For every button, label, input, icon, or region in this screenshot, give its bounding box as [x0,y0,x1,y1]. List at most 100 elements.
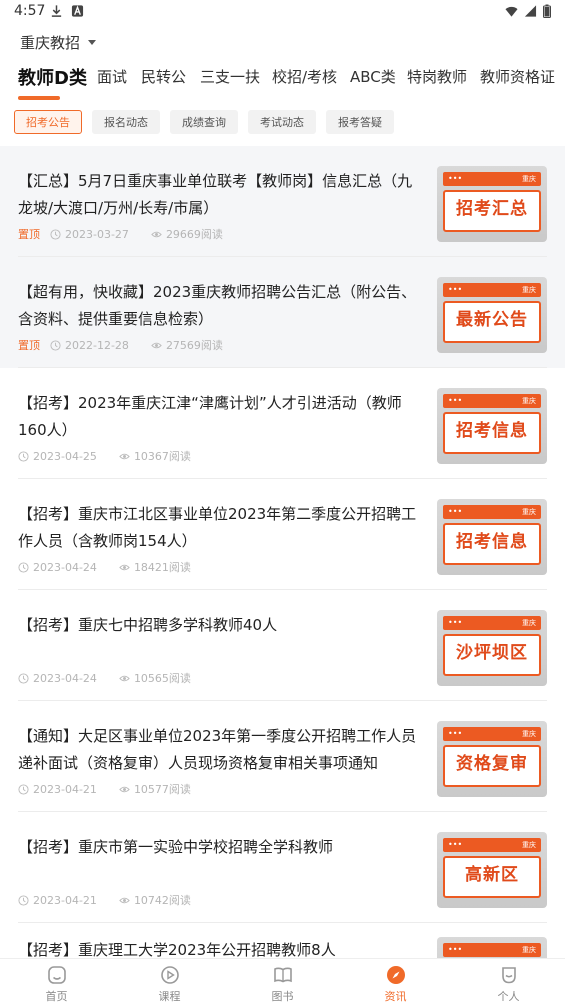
tab-abc[interactable]: ABC类 [350,66,396,87]
tab-sanzhi-yifu[interactable]: 三支一扶 [200,66,260,87]
article-item[interactable]: 【招考】重庆理工大学2023年公开招聘教师8人 ••• 重庆 [0,923,565,958]
thumbnail-caption: 招考汇总 [456,199,528,219]
nav-home[interactable]: 首页 [0,959,113,1004]
article-title: 【汇总】5月7日重庆事业单位联考【教师岗】信息汇总（九龙坡/大渡口/万州/长寿/… [18,172,413,217]
thumbnail-caption: 招考信息 [456,532,528,552]
eye-icon [119,453,130,459]
wifi-icon [505,6,518,17]
subtab-registration[interactable]: 报名动态 [92,110,160,134]
article-views: 10742阅读 [133,894,191,907]
thumbnail-caption: 资格复审 [456,754,528,774]
nav-courses[interactable]: 课程 [113,959,226,1004]
article-views: 10367阅读 [133,450,191,463]
region-label: 重庆教招 [20,34,81,52]
region-selector[interactable]: 重庆教招 [20,32,97,53]
nav-label: 个人 [497,990,520,1003]
article-date: 2023-04-24 [33,560,97,574]
tab-teacher-cert[interactable]: 教师资格证 [480,66,555,87]
article-title: 【招考】重庆七中招聘多学科教师40人 [18,616,278,634]
status-bar: 4:57 [0,0,565,24]
sub-tabs: 招考公告 报名动态 成绩查询 考试动态 报考答疑 [14,110,394,134]
article-meta: 置顶 2023-03-27 29669阅读 [18,226,223,242]
play-circle-icon [160,966,179,984]
article-date: 2023-04-25 [33,449,97,463]
subtab-announcements[interactable]: 招考公告 [14,110,82,134]
article-item[interactable]: 【汇总】5月7日重庆事业单位联考【教师岗】信息汇总（九龙坡/大渡口/万州/长寿/… [0,146,565,257]
article-views: 10565阅读 [133,672,191,685]
eye-icon [119,897,130,903]
compass-icon [386,966,405,984]
subtab-score-query[interactable]: 成绩查询 [170,110,238,134]
eye-icon [119,675,130,681]
pin-badge: 置顶 [18,228,40,241]
clock-icon [50,228,61,240]
pin-badge: 置顶 [18,339,40,352]
thumbnail-caption: 沙坪坝区 [456,643,528,663]
article-item[interactable]: 【招考】2023年重庆江津“津鹰计划”人才引进活动（教师160人） 2023-0… [0,368,565,479]
article-item[interactable]: 【超有用，快收藏】2023重庆教师招聘公告汇总（附公告、含资料、提供重要信息检索… [0,257,565,368]
tab-campus-recruit[interactable]: 校招/考核 [272,66,337,87]
nav-news[interactable]: 资讯 [339,959,452,1004]
nav-books[interactable]: 图书 [226,959,339,1004]
tab-civil-to-public[interactable]: 民转公 [141,66,186,87]
article-thumbnail: ••• 重庆 [437,937,547,958]
article-date: 2023-04-21 [33,782,97,796]
home-icon [47,966,66,984]
article-views: 27569阅读 [165,339,223,352]
article-meta: 2023-04-24 10565阅读 [18,670,191,686]
article-thumbnail: ••• 重庆 招考信息 [437,388,547,464]
thumbnail-caption: 高新区 [465,865,519,885]
nav-label: 资讯 [384,990,407,1003]
article-meta: 2023-04-21 10742阅读 [18,892,191,908]
article-item[interactable]: 【招考】重庆市第一实验中学校招聘全学科教师 2023-04-21 10742阅读… [0,812,565,923]
article-title: 【招考】重庆市第一实验中学校招聘全学科教师 [18,838,334,856]
clock-icon [18,672,29,684]
clock-icon [18,450,29,462]
article-meta: 2023-04-24 18421阅读 [18,559,191,575]
article-feed[interactable]: 【汇总】5月7日重庆事业单位联考【教师岗】信息汇总（九龙坡/大渡口/万州/长寿/… [0,146,565,958]
article-meta: 2023-04-21 10577阅读 [18,781,191,797]
eye-icon [119,564,130,570]
tab-special-post[interactable]: 特岗教师 [407,66,467,87]
article-item[interactable]: 【通知】大足区事业单位2023年第一季度公开招聘工作人员递补面试（资格复审）人员… [0,701,565,812]
tab-interview[interactable]: 面试 [97,66,127,87]
article-views: 10577阅读 [133,783,191,796]
article-item[interactable]: 【招考】重庆七中招聘多学科教师40人 2023-04-24 10565阅读 ••… [0,590,565,701]
battery-icon [543,4,551,18]
subtab-faq[interactable]: 报考答疑 [326,110,394,134]
active-tab-indicator [18,96,60,100]
article-meta: 2023-04-25 10367阅读 [18,448,191,464]
article-title: 【通知】大足区事业单位2023年第一季度公开招聘工作人员递补面试（资格复审）人员… [18,727,417,772]
thumbnail-caption: 招考信息 [456,421,528,441]
article-meta: 置顶 2022-12-28 27569阅读 [18,337,223,353]
article-thumbnail: ••• 重庆 资格复审 [437,721,547,797]
article-thumbnail: ••• 重庆 沙坪坝区 [437,610,547,686]
nav-label: 图书 [271,990,294,1003]
article-thumbnail: ••• 重庆 招考汇总 [437,166,547,242]
article-item[interactable]: 【招考】重庆市江北区事业单位2023年第二季度公开招聘工作人员（含教师岗154人… [0,479,565,590]
nav-label: 课程 [158,990,181,1003]
article-views: 18421阅读 [133,561,191,574]
nav-label: 首页 [45,990,68,1003]
caret-down-icon [88,40,97,45]
book-icon [273,967,292,983]
article-date: 2023-04-21 [33,893,97,907]
tab-teacher-d[interactable]: 教师D类 [18,66,87,90]
thumbnail-caption: 最新公告 [456,310,528,330]
signal-icon [524,5,537,17]
user-icon [501,967,516,984]
clock-icon [18,894,29,906]
download-icon [51,5,62,17]
subtab-exam-news[interactable]: 考试动态 [248,110,316,134]
status-time: 4:57 [14,3,46,19]
article-title: 【招考】重庆市江北区事业单位2023年第二季度公开招聘工作人员（含教师岗154人… [18,505,417,550]
article-title: 【招考】重庆理工大学2023年公开招聘教师8人 [18,941,336,958]
clock-icon [50,339,61,351]
clock-icon [18,561,29,573]
app-notification-icon [71,5,84,17]
bottom-nav: 首页 课程 图书 资讯 个人 [0,958,565,1004]
article-thumbnail: ••• 重庆 最新公告 [437,277,547,353]
category-tabs: 教师D类 面试 民转公 三支一扶 校招/考核 ABC类 特岗教师 教师资格证 [18,66,565,100]
eye-icon [151,231,162,237]
nav-profile[interactable]: 个人 [452,959,565,1004]
